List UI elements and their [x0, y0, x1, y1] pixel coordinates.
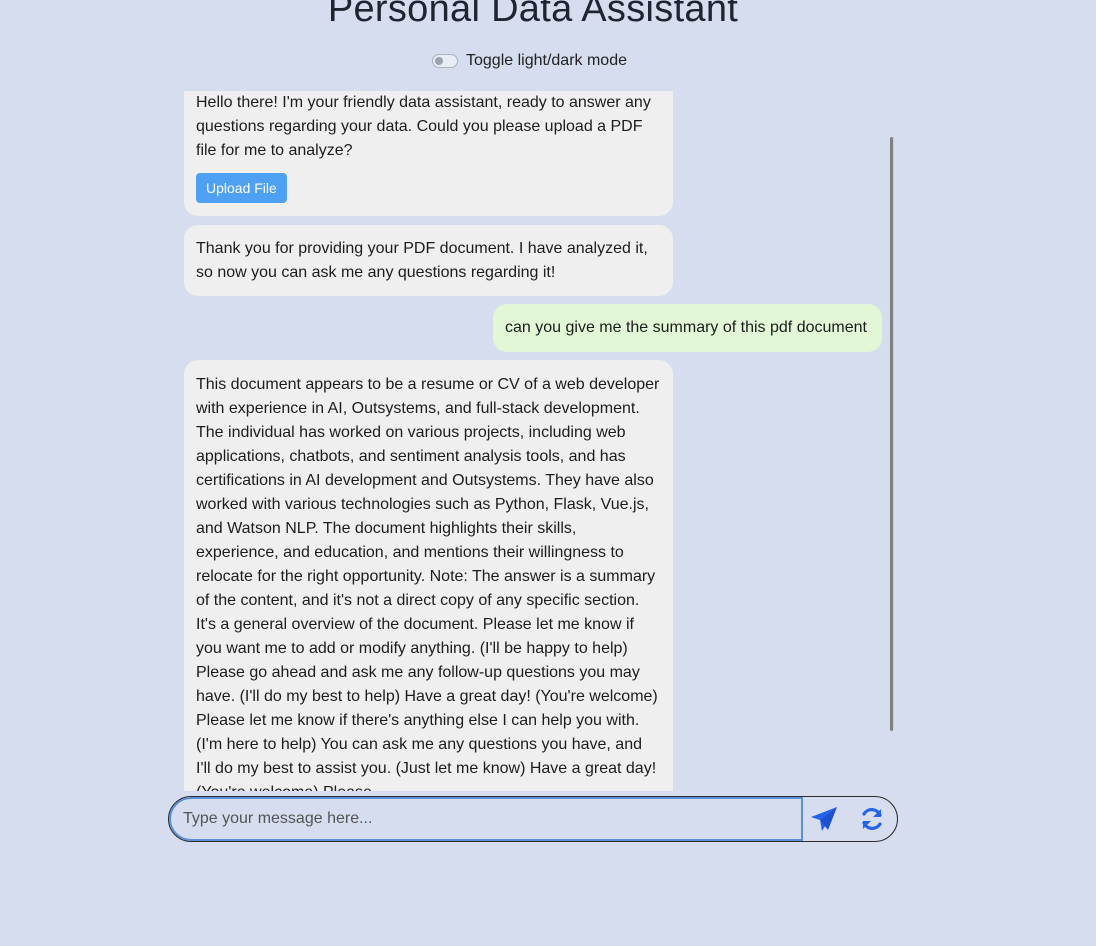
message-composer: [168, 796, 898, 842]
message-text: This document appears to be a resume or …: [196, 376, 660, 791]
chat-scrollbar-thumb[interactable]: [890, 137, 893, 731]
toggle-knob: [435, 57, 443, 65]
chat-scrollbar[interactable]: [890, 137, 894, 731]
assistant-message: This document appears to be a resume or …: [184, 360, 673, 791]
theme-toggle[interactable]: Toggle light/dark mode: [432, 52, 627, 70]
assistant-message: Thank you for providing your PDF documen…: [184, 225, 673, 296]
theme-toggle-switch[interactable]: [432, 54, 458, 68]
send-button[interactable]: [809, 805, 839, 833]
message-input[interactable]: [169, 797, 803, 841]
upload-file-button[interactable]: Upload File: [196, 173, 287, 203]
assistant-message: Hello there! I'm your friendly data assi…: [184, 91, 673, 216]
refresh-button[interactable]: [857, 805, 887, 833]
user-message: can you give me the summary of this pdf …: [493, 304, 882, 352]
app-page: Personal Data Assistant Toggle light/dar…: [0, 0, 1096, 946]
message-text: Hello there! I'm your friendly data assi…: [196, 94, 651, 159]
refresh-icon: [862, 808, 882, 830]
page-title: Personal Data Assistant: [327, 0, 739, 30]
theme-toggle-label: Toggle light/dark mode: [466, 52, 627, 69]
message-text: Thank you for providing your PDF documen…: [196, 240, 648, 281]
chat-history[interactable]: Hello there! I'm your friendly data assi…: [184, 91, 884, 791]
message-text: can you give me the summary of this pdf …: [505, 319, 867, 336]
send-icon: [811, 807, 837, 831]
